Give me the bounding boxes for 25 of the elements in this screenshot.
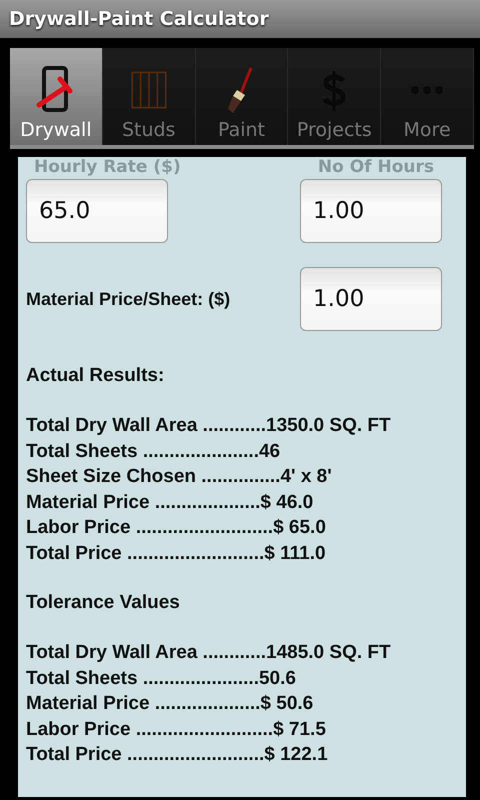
- input-field[interactable]: 1.00: [300, 267, 442, 331]
- field-label: No Of Hours: [316, 157, 435, 177]
- result-line: Labor Price ..........................$ 65.0: [26, 516, 327, 540]
- result-line: Total Price ..........................$ 111.0: [26, 542, 327, 566]
- tab[interactable]: Studs: [102, 48, 196, 145]
- tab[interactable]: Projects: [288, 48, 382, 145]
- input-field[interactable]: 65.0: [26, 179, 168, 243]
- section-heading: Tolerance Values: [26, 592, 181, 614]
- result-line: Material Price ....................$ 50.6: [26, 692, 314, 716]
- result-line: Total Price ..........................$ 122.1: [26, 743, 329, 767]
- result-line: Material Price ....................$ 46.0: [26, 490, 314, 514]
- window-title: Drywall-Paint Calculator: [9, 8, 269, 30]
- result-line: Total Dry Wall Area ............1485.0 SQ. FT: [26, 641, 392, 665]
- result-line: Total Sheets ......................50.6: [26, 666, 297, 690]
- result-line: Labor Price ..........................$ 71.5: [26, 718, 327, 742]
- section-heading: Actual Results:: [26, 365, 166, 387]
- result-line: Total Sheets ......................46: [26, 440, 282, 464]
- tab[interactable]: Drywall: [10, 48, 103, 145]
- tab[interactable]: Paint: [196, 48, 288, 145]
- result-line: Total Dry Wall Area ............1350.0 SQ. FT: [26, 414, 392, 438]
- input-field[interactable]: 1.00: [300, 179, 442, 243]
- result-line: Sheet Size Chosen ...............4' x 8': [26, 465, 333, 489]
- tab[interactable]: More: [381, 48, 474, 145]
- field-label: Hourly Rate ($): [33, 157, 182, 177]
- field-label: Material Price/Sheet: ($): [26, 288, 230, 310]
